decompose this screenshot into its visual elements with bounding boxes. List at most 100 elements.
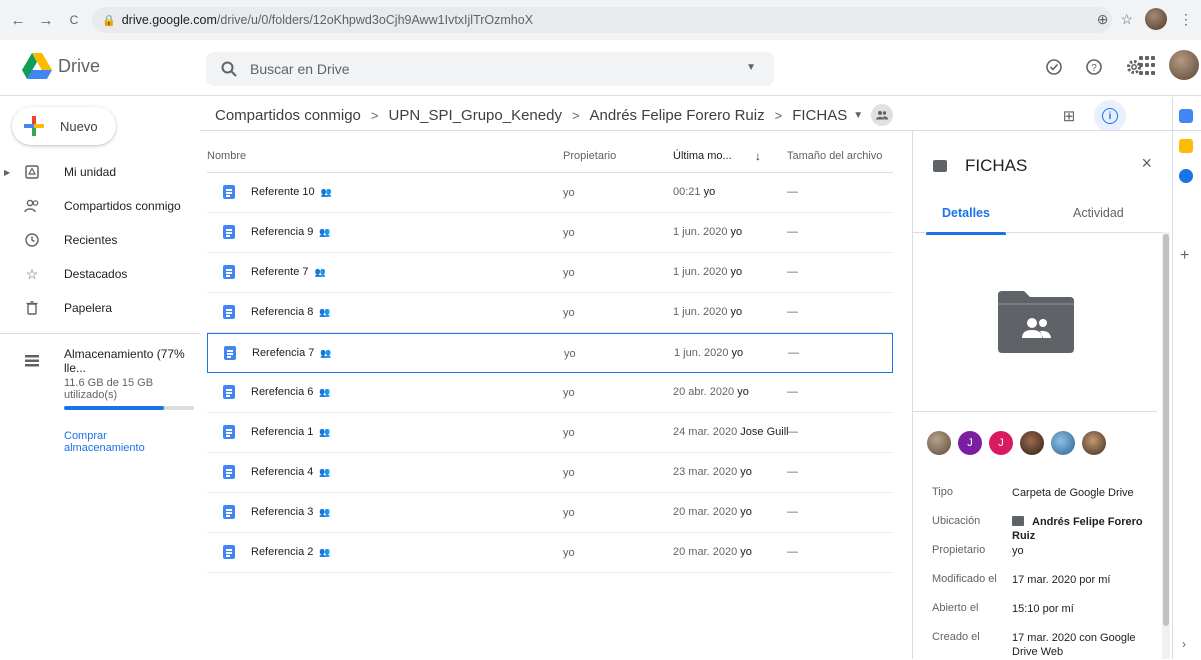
reload-button[interactable]: C	[62, 13, 86, 27]
search-icon[interactable]	[220, 60, 238, 78]
breadcrumb-item-group[interactable]: UPN_SPI_Grupo_Kenedy	[389, 107, 562, 124]
user-avatar-letter[interactable]: J	[958, 431, 982, 455]
breadcrumb-item-current[interactable]: FICHAS	[792, 107, 847, 124]
address-bar[interactable]: 🔒 drive.google.com/drive/u/0/folders/12o…	[92, 7, 1112, 33]
shared-folder-icon	[933, 160, 947, 172]
expand-panel-chevron-icon[interactable]: ›	[1182, 637, 1186, 651]
bookmark-star-icon[interactable]: ☆	[1120, 11, 1133, 28]
sidebar-item-trash[interactable]: Papelera	[0, 291, 200, 325]
tasks-icon[interactable]	[1179, 169, 1193, 183]
breadcrumb-separator: >	[571, 107, 580, 123]
close-icon[interactable]: ×	[1141, 153, 1152, 174]
plus-icon	[24, 116, 44, 136]
brand-title[interactable]: Drive	[58, 56, 100, 77]
property-value: 17 mar. 2020 por mí	[1012, 574, 1111, 586]
new-button[interactable]: Nuevo	[12, 107, 116, 145]
add-addon-icon[interactable]: +	[1180, 247, 1189, 265]
google-docs-icon	[223, 505, 235, 519]
file-name: Referencia 1 👥	[251, 426, 331, 438]
column-header-name[interactable]: Nombre	[207, 150, 246, 162]
file-modified: 20 mar. 2020 yo	[673, 506, 752, 518]
forward-button[interactable]: →	[34, 12, 58, 29]
search-options-icon[interactable]: ▼	[746, 62, 756, 73]
trash-icon	[24, 300, 40, 316]
property-value: 17 mar. 2020 con Google Drive Web	[1012, 632, 1136, 658]
google-docs-icon	[223, 185, 235, 199]
offline-check-icon[interactable]	[1043, 56, 1065, 78]
user-avatar[interactable]	[1051, 431, 1075, 455]
table-row[interactable]: Rerefencia 6 👥 yo 20 abr. 2020 yo —	[207, 373, 893, 413]
table-row[interactable]: Referencia 8 👥 yo 1 jun. 2020 yo —	[207, 293, 893, 333]
sidebar-item-my-drive[interactable]: ▶ Mi unidad	[0, 155, 200, 189]
file-owner: yo	[563, 467, 575, 479]
expand-caret-icon[interactable]: ▶	[4, 168, 10, 177]
shared-people-icon: 👥	[319, 507, 331, 517]
sidebar-item-label: Recientes	[64, 233, 118, 247]
details-info-button[interactable]: i	[1094, 100, 1126, 132]
browser-profile-avatar[interactable]	[1145, 8, 1167, 30]
buy-storage-link[interactable]: Comprar almacenamiento	[64, 430, 164, 454]
drive-logo-icon[interactable]	[22, 53, 52, 79]
user-avatar-letter[interactable]: J	[989, 431, 1013, 455]
keep-icon[interactable]	[1179, 139, 1193, 153]
google-docs-icon	[223, 225, 235, 239]
star-icon: ☆	[25, 265, 39, 282]
column-header-owner[interactable]: Propietario	[563, 150, 616, 162]
location-link[interactable]: Andrés Felipe Forero Ruiz	[1012, 515, 1162, 543]
user-avatar[interactable]	[1082, 431, 1106, 455]
user-avatar[interactable]	[1020, 431, 1044, 455]
back-button[interactable]: ←	[6, 12, 30, 29]
shared-people-icon: 👥	[319, 547, 331, 557]
table-row[interactable]: Referencia 2 👥 yo 20 mar. 2020 yo —	[207, 533, 893, 573]
calendar-icon[interactable]	[1179, 109, 1193, 123]
breadcrumb-item-owner-folder[interactable]: Andrés Felipe Forero Ruiz	[590, 107, 765, 124]
apps-grid-icon[interactable]	[1139, 56, 1159, 76]
property-owner: Propietario yo	[932, 544, 1162, 573]
table-row[interactable]: Referente 10 👥 yo 00:21 yo —	[207, 173, 893, 213]
clock-icon	[24, 232, 40, 248]
breadcrumb-item-shared[interactable]: Compartidos conmigo	[215, 107, 361, 124]
help-icon[interactable]: ?	[1083, 56, 1105, 78]
file-size: —	[787, 266, 798, 278]
table-row[interactable]: Referencia 4 👥 yo 23 mar. 2020 yo —	[207, 453, 893, 493]
sort-arrow-down-icon[interactable]: ↓	[755, 149, 761, 163]
table-row[interactable]: Referencia 3 👥 yo 20 mar. 2020 yo —	[207, 493, 893, 533]
file-name: Referencia 9 👥	[251, 226, 331, 238]
grid-view-icon[interactable]: ⊞	[1060, 107, 1078, 125]
sidebar-item-shared-with-me[interactable]: Compartidos conmigo	[0, 189, 200, 223]
column-header-size[interactable]: Tamaño del archivo	[787, 150, 882, 162]
file-name: Referente 10 👥	[251, 186, 332, 198]
sidebar-item-recent[interactable]: Recientes	[0, 223, 200, 257]
search-input[interactable]	[250, 59, 710, 79]
user-avatar[interactable]	[927, 431, 951, 455]
file-name: Referente 7 👥	[251, 266, 326, 278]
property-value: yo	[1012, 545, 1024, 557]
details-scrollbar-thumb[interactable]	[1163, 234, 1169, 626]
folder-menu-chevron-down-icon[interactable]: ▼	[853, 110, 863, 121]
file-owner: yo	[563, 307, 575, 319]
table-row[interactable]: Referencia 9 👥 yo 1 jun. 2020 yo —	[207, 213, 893, 253]
browser-toolbar: ← → C 🔒 drive.google.com/drive/u/0/folde…	[0, 0, 1201, 40]
svg-text:?: ?	[1091, 63, 1097, 74]
column-header-modified[interactable]: Última mo...	[673, 150, 732, 162]
sidebar-divider	[0, 333, 200, 334]
sidebar-item-storage[interactable]: Almacenamiento (77% lle...	[0, 344, 200, 378]
file-modified: 20 mar. 2020 yo	[673, 546, 752, 558]
tab-activity[interactable]: Actividad	[1073, 206, 1124, 220]
table-row[interactable]: Rerefencia 7 👥 yo 1 jun. 2020 yo —	[207, 333, 893, 373]
sidebar-item-starred[interactable]: ☆ Destacados	[0, 257, 200, 291]
file-size: —	[787, 306, 798, 318]
file-modified: 1 jun. 2020 yo	[674, 347, 744, 359]
table-row[interactable]: Referencia 1 👥 yo 24 mar. 2020 Jose Guill —	[207, 413, 893, 453]
shared-people-icon: 👥	[320, 187, 332, 197]
zoom-icon[interactable]: ⊕	[1097, 11, 1109, 28]
browser-menu-icon[interactable]: ⋮	[1179, 11, 1193, 28]
shared-folder-people-icon[interactable]	[871, 104, 894, 126]
file-modified: 1 jun. 2020 yo	[673, 306, 743, 318]
account-avatar[interactable]	[1169, 50, 1199, 80]
info-icon: i	[1102, 108, 1118, 124]
details-divider	[913, 411, 1157, 412]
search-box[interactable]: ▼	[206, 52, 774, 86]
tab-details[interactable]: Detalles	[926, 206, 1006, 235]
table-row[interactable]: Referente 7 👥 yo 1 jun. 2020 yo —	[207, 253, 893, 293]
